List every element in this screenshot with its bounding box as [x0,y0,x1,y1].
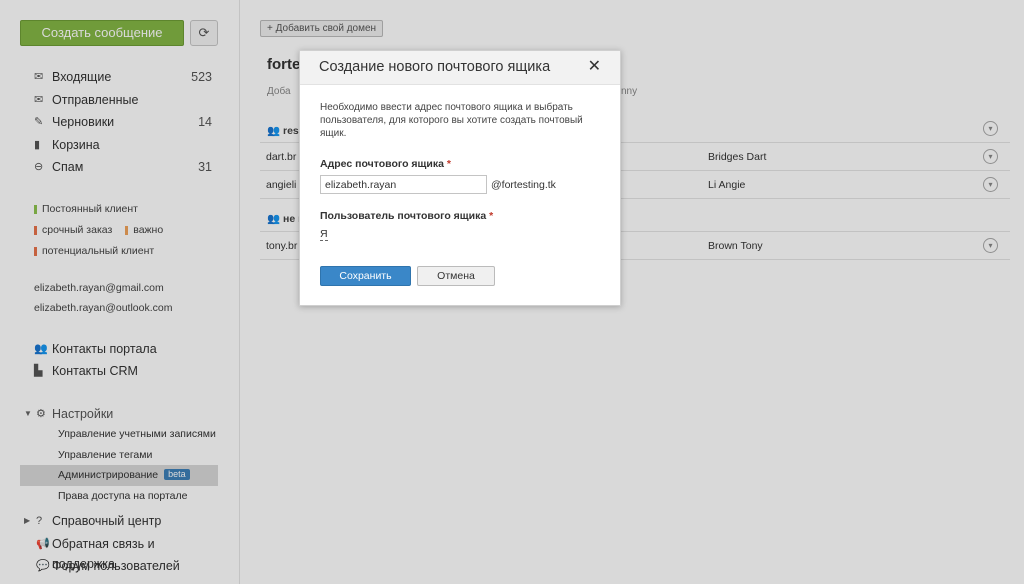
mailbox-address-input[interactable] [320,175,487,194]
address-field-label: Адрес почтового ящика * [320,158,451,170]
domain-suffix: @fortesting.tk [491,179,556,191]
cancel-button[interactable]: Отмена [417,266,495,286]
address-label-text: Адрес почтового ящика [320,158,444,170]
required-mark: * [446,158,451,170]
user-label-text: Пользователь почтового ящика [320,210,487,222]
dialog-header: Создание нового почтового ящика ✕ [300,51,620,85]
user-selector[interactable]: Я [320,228,328,241]
user-field-label: Пользователь почтового ящика * [320,210,493,222]
create-mailbox-dialog: Создание нового почтового ящика ✕ Необхо… [299,50,621,306]
dialog-title: Создание нового почтового ящика [319,59,551,75]
required-mark: * [489,210,494,222]
close-icon[interactable]: ✕ [588,58,601,76]
dialog-description: Необходимо ввести адрес почтового ящика … [320,102,583,139]
save-button[interactable]: Сохранить [320,266,411,286]
